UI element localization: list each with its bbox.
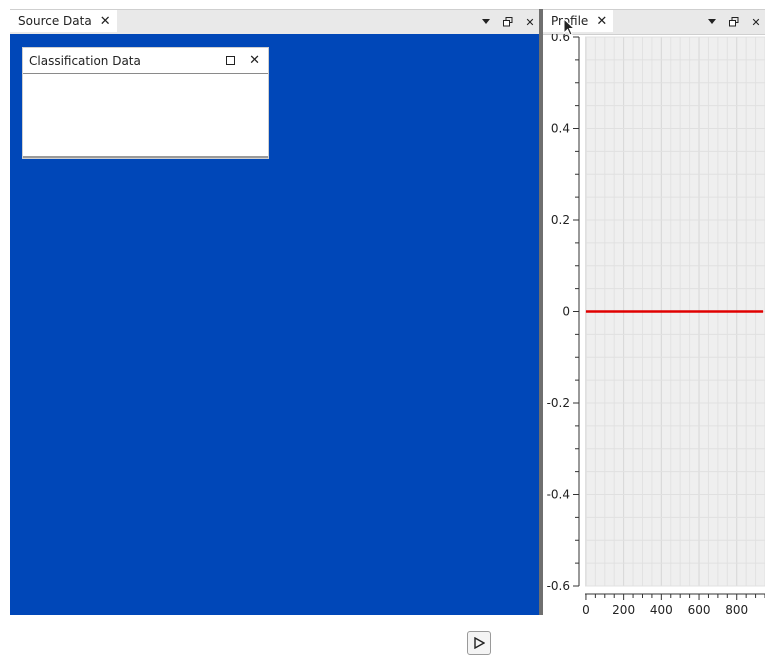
- y-tick-label: -0.2: [547, 396, 570, 410]
- play-icon: [474, 637, 485, 649]
- restore-window-icon[interactable]: [503, 16, 513, 28]
- mouse-cursor-icon: [563, 18, 575, 36]
- window-bottom-border: [23, 156, 268, 158]
- classification-data-titlebar[interactable]: Classification Data ✕: [23, 48, 268, 74]
- dropdown-triangle-icon[interactable]: [707, 16, 717, 28]
- profile-tab-tools: ✕: [707, 12, 761, 32]
- profile-panel: Profile ✕ ✕ 0.6 0.4 0.2 0 -0.2 -0.4 -0.6 0 200 40…: [543, 9, 765, 615]
- y-tick-label: 0.4: [551, 122, 570, 136]
- source-data-tabbar: Source Data ✕ ✕: [10, 9, 539, 35]
- x-tick-label: 800: [725, 603, 748, 615]
- source-data-canvas[interactable]: Classification Data ✕: [10, 34, 539, 615]
- tab-label: Source Data: [18, 14, 92, 28]
- y-tick-label: -0.4: [547, 488, 570, 502]
- close-icon[interactable]: ✕: [249, 53, 260, 68]
- maximize-icon[interactable]: [226, 54, 236, 68]
- close-icon[interactable]: ✕: [596, 15, 607, 28]
- y-tick-label: -0.6: [547, 579, 570, 593]
- close-icon[interactable]: ✕: [525, 16, 535, 29]
- window-title: Classification Data: [29, 53, 141, 68]
- restore-window-icon[interactable]: [729, 16, 739, 28]
- x-tick-label: 200: [612, 603, 635, 615]
- classification-data-window: Classification Data ✕: [22, 47, 269, 159]
- source-data-panel: Source Data ✕ ✕ Classification Data ✕: [10, 9, 539, 615]
- close-icon[interactable]: ✕: [751, 16, 761, 29]
- tab-source-data[interactable]: Source Data ✕: [10, 10, 117, 32]
- play-button[interactable]: [467, 631, 491, 655]
- x-tick-label: 600: [688, 603, 711, 615]
- close-icon[interactable]: ✕: [100, 15, 111, 28]
- source-data-tab-tools: ✕: [481, 12, 535, 32]
- y-tick-label: 0: [562, 305, 570, 319]
- profile-tabbar: Profile ✕ ✕: [543, 9, 765, 35]
- y-tick-label: 0.2: [551, 213, 570, 227]
- dropdown-triangle-icon[interactable]: [481, 16, 491, 28]
- tab-profile[interactable]: Profile ✕: [543, 10, 614, 32]
- profile-chart[interactable]: 0.60.40.20-0.2-0.4-0.60 200 400 600 800: [543, 34, 765, 615]
- x-tick-label: 0: [582, 603, 590, 615]
- x-tick-label: 400: [650, 603, 673, 615]
